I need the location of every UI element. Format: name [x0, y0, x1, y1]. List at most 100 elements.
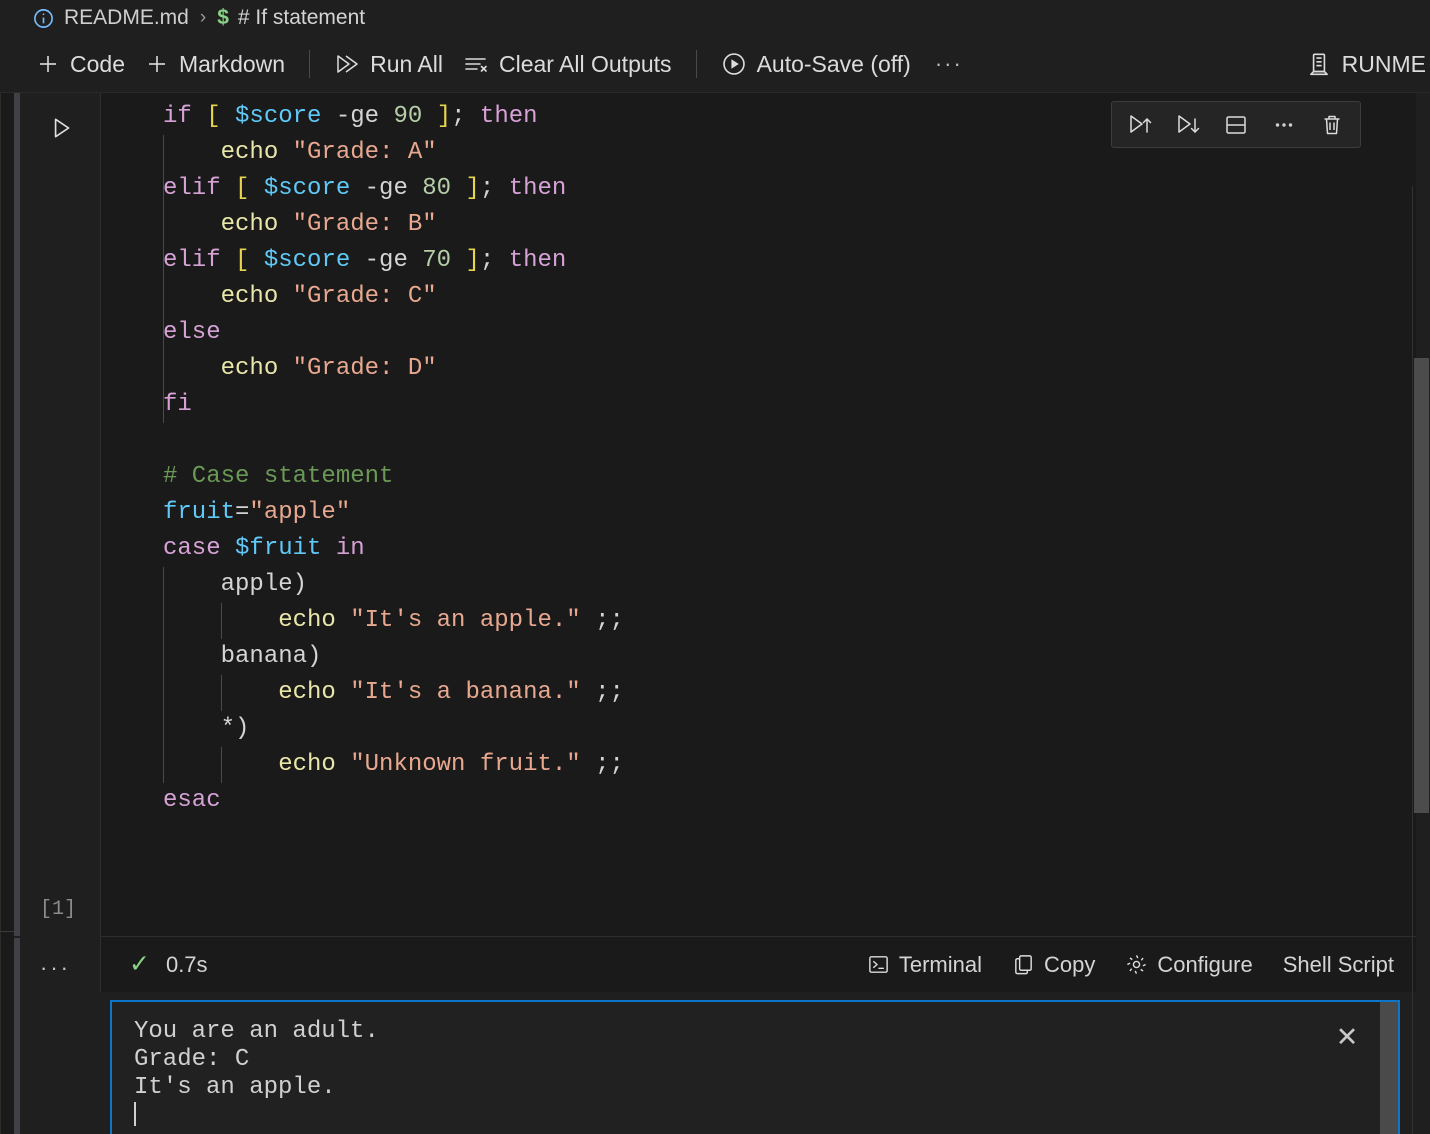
run-all-button[interactable]: Run All: [324, 44, 453, 84]
breadcrumb-file[interactable]: README.md: [64, 6, 189, 30]
code-token: banana): [163, 643, 321, 670]
indent-guide: [163, 135, 164, 207]
code-token: [192, 103, 206, 130]
code-token: in: [336, 535, 365, 562]
execution-count: [1]: [40, 898, 76, 921]
code-token: [336, 607, 350, 634]
code-token: echo: [278, 751, 336, 778]
auto-save-button[interactable]: Auto-Save (off): [711, 44, 921, 84]
cell-action-toolbar: [1111, 101, 1361, 148]
code-token: [163, 139, 221, 166]
clear-all-outputs-button[interactable]: Clear All Outputs: [453, 44, 682, 84]
code-token: if: [163, 103, 192, 130]
code-token: echo: [221, 355, 279, 382]
run-above-icon[interactable]: [1118, 106, 1162, 144]
notebook-left-margin: [0, 93, 14, 1134]
indent-guide: [163, 207, 164, 279]
add-markdown-cell-button[interactable]: Markdown: [135, 44, 295, 84]
cell-more-actions-icon[interactable]: [1262, 106, 1306, 144]
output-text: You are an adult.Grade: CIt's an apple.: [134, 1018, 379, 1131]
code-token: [451, 247, 465, 274]
code-token: then: [480, 103, 538, 130]
code-token: "Grade: B": [293, 211, 437, 238]
code-token: "Unknown fruit.": [350, 751, 580, 778]
run-all-icon: [334, 52, 360, 76]
code-token: 70: [422, 247, 451, 274]
auto-save-label: Auto-Save (off): [757, 51, 911, 78]
code-token: apple): [163, 571, 307, 598]
success-check-icon: ✓: [129, 952, 150, 977]
code-token: ]: [466, 247, 480, 274]
code-cell[interactable]: if [ $score -ge 90 ]; then echo "Grade: …: [100, 93, 1416, 936]
shell-lang-icon: $: [217, 6, 229, 30]
run-below-icon[interactable]: [1166, 106, 1210, 144]
output-options-button[interactable]: ···: [40, 955, 71, 981]
cell-language-label: Shell Script: [1283, 952, 1394, 978]
notebook-window: README.md › $ # If statement Code Markdo…: [0, 0, 1430, 1134]
delete-icon[interactable]: [1310, 106, 1354, 144]
code-token: $score: [264, 175, 350, 202]
code-token: [163, 211, 221, 238]
code-token: [249, 247, 263, 274]
output-scrollbar[interactable]: [1380, 1002, 1398, 1134]
notebook-scrollbar-thumb[interactable]: [1414, 358, 1429, 813]
notebook-left-tick: [0, 931, 14, 932]
terminal-label: Terminal: [899, 952, 982, 978]
cell-output-area: You are an adult.Grade: CIt's an apple. …: [100, 1000, 1416, 1134]
code-token: -ge: [365, 175, 408, 202]
code-token: else: [163, 319, 221, 346]
breadcrumb: README.md › $ # If statement: [0, 0, 1430, 36]
code-line: echo "Grade: B": [163, 207, 624, 243]
code-token: [451, 175, 465, 202]
cell-language-button[interactable]: Shell Script: [1279, 949, 1398, 981]
cell-focus-indicator: [14, 93, 20, 936]
code-line: fruit="apple": [163, 495, 624, 531]
auto-save-icon: [721, 51, 747, 77]
code-editor[interactable]: if [ $score -ge 90 ]; then echo "Grade: …: [163, 99, 624, 819]
add-code-label: Code: [70, 51, 125, 78]
notebook-scrollbar-track[interactable]: [1413, 93, 1430, 1134]
split-cell-icon[interactable]: [1214, 106, 1258, 144]
code-line: echo "Grade: A": [163, 135, 624, 171]
breadcrumb-cell-title[interactable]: # If statement: [238, 6, 365, 30]
configure-button[interactable]: Configure: [1121, 949, 1256, 981]
terminal-button[interactable]: Terminal: [863, 949, 986, 981]
code-line: esac: [163, 783, 624, 819]
code-line: elif [ $score -ge 70 ]; then: [163, 243, 624, 279]
run-all-label: Run All: [370, 51, 443, 78]
code-token: ;: [480, 247, 509, 274]
code-line: if [ $score -ge 90 ]; then: [163, 99, 624, 135]
code-token: echo: [278, 607, 336, 634]
cell-run-button[interactable]: [44, 111, 78, 145]
code-token: [408, 247, 422, 274]
close-icon[interactable]: ✕: [1330, 1020, 1364, 1054]
copy-icon: [1012, 953, 1035, 976]
code-token: then: [509, 247, 567, 274]
output-cursor: [134, 1102, 379, 1131]
output-line: It's an apple.: [134, 1074, 379, 1102]
code-token: *): [163, 715, 249, 742]
code-token: [: [206, 103, 220, 130]
toolbar-more-button[interactable]: ···: [921, 51, 977, 77]
code-token: [336, 751, 350, 778]
code-token: # Case statement: [163, 463, 393, 490]
output-panel[interactable]: You are an adult.Grade: CIt's an apple. …: [110, 1000, 1400, 1134]
code-token: "Grade: D": [293, 355, 437, 382]
code-token: "apple": [249, 499, 350, 526]
kernel-selector-button[interactable]: RUNME: [1296, 44, 1430, 84]
code-line: fi: [163, 387, 624, 423]
code-token: [249, 175, 263, 202]
code-token: "It's an apple.": [350, 607, 580, 634]
indent-guide: [163, 567, 164, 783]
code-line: echo "Grade: D": [163, 351, 624, 387]
code-token: then: [509, 175, 567, 202]
clear-all-outputs-label: Clear All Outputs: [499, 51, 672, 78]
add-code-cell-button[interactable]: Code: [26, 44, 135, 84]
code-token: [278, 283, 292, 310]
info-circle-icon: [32, 7, 55, 30]
code-token: ;;: [581, 679, 624, 706]
copy-button[interactable]: Copy: [1008, 949, 1099, 981]
code-token: [408, 175, 422, 202]
copy-label: Copy: [1044, 952, 1095, 978]
code-token: [321, 535, 335, 562]
